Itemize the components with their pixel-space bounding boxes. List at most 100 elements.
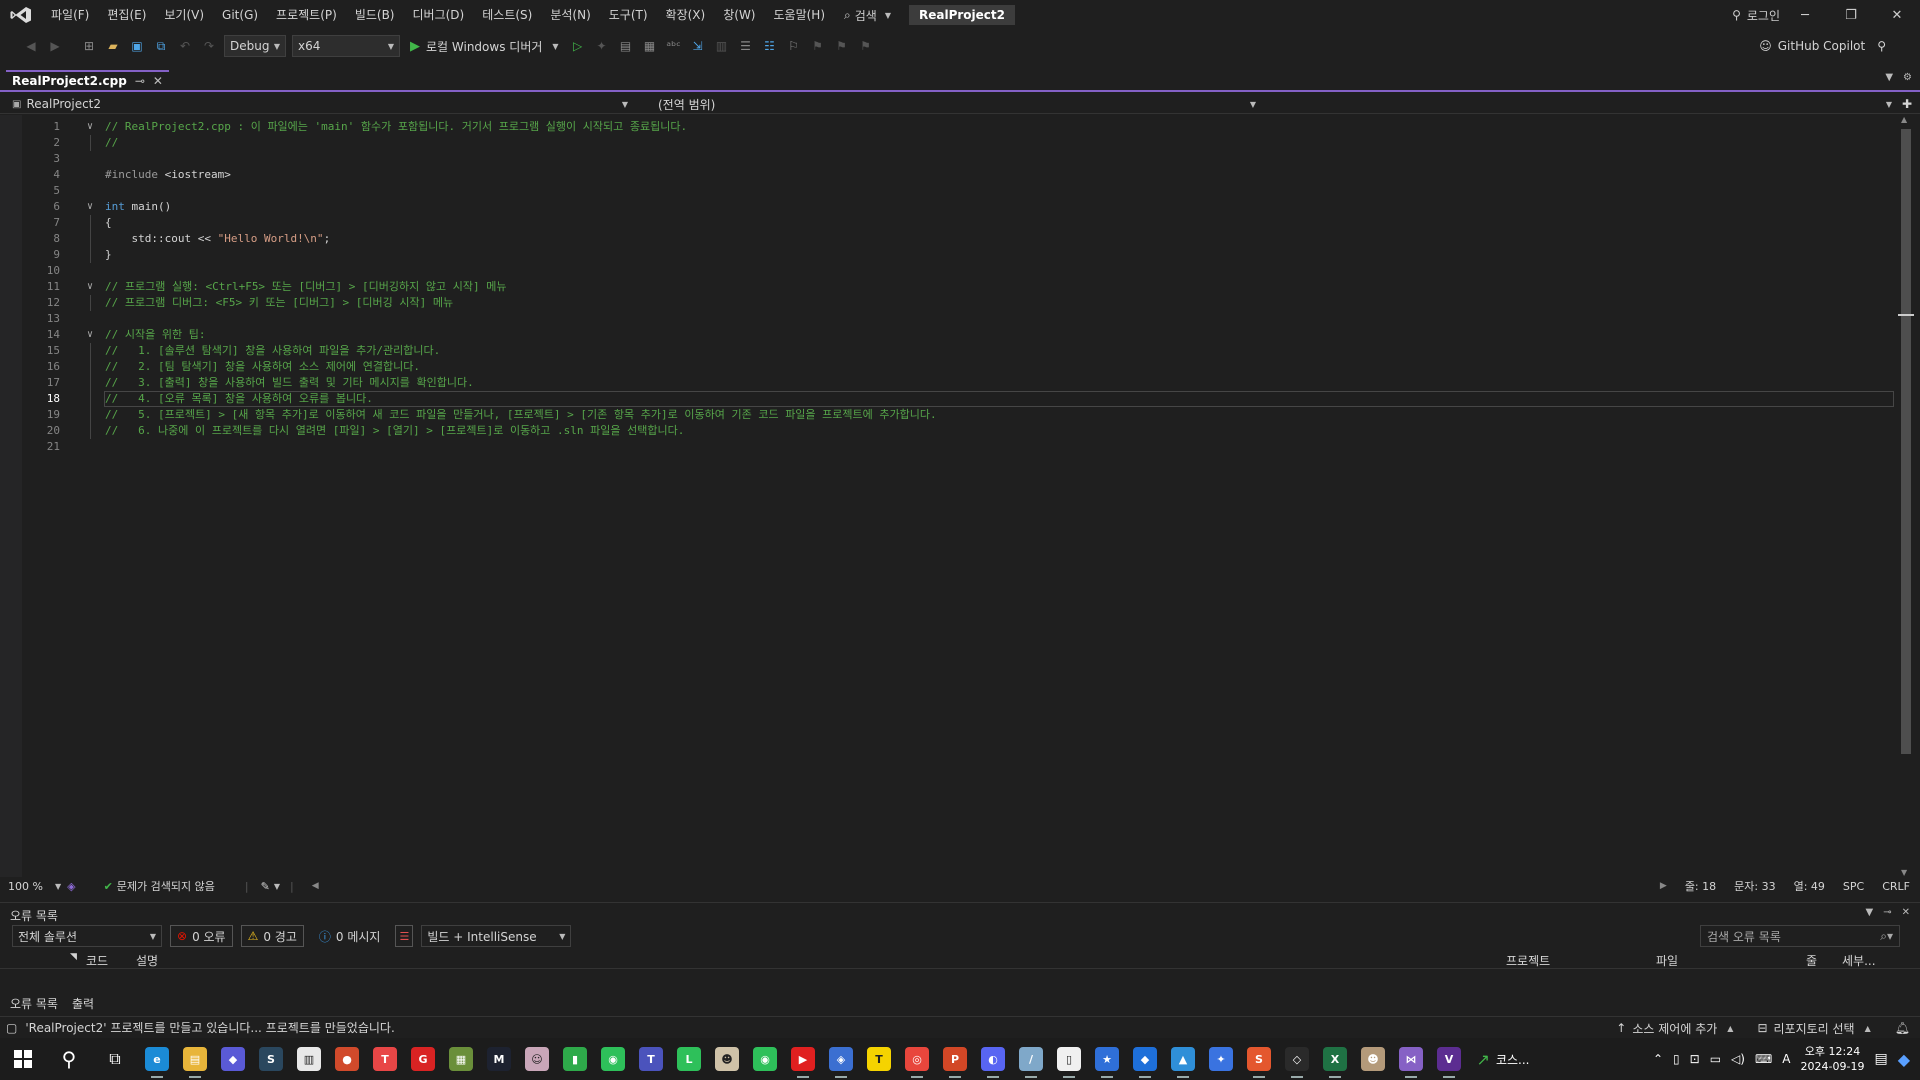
scroll-up-icon[interactable]: ▲ (1901, 115, 1907, 124)
code-line[interactable]: 6 ∨ int main() (0, 199, 1895, 215)
column-project[interactable]: 프로젝트 (1506, 952, 1550, 969)
taskbar-app[interactable]: ▥ (290, 1038, 328, 1080)
solution-explorer-icon[interactable]: ▤ (617, 37, 635, 55)
taskbar-app[interactable]: / (1012, 1038, 1050, 1080)
taskbar-app[interactable]: T (366, 1038, 404, 1080)
scroll-down-icon[interactable]: ▼ (1901, 868, 1907, 877)
platform-dropdown[interactable]: x64 ▼ (292, 35, 400, 57)
column-line[interactable]: 줄 (1806, 952, 1817, 969)
menu-item-2[interactable]: 보기(V) (155, 0, 213, 30)
chevron-down-icon[interactable]: ▼ (274, 882, 280, 891)
github-copilot-button[interactable]: ☺ GitHub Copilot ⚲ (1759, 30, 1886, 62)
taskbar-app[interactable]: ▯ (1050, 1038, 1088, 1080)
code-line[interactable]: 12 // 프로그램 디버그: <F5> 키 또는 [디버그] > [디버깅 시작… (0, 295, 1895, 311)
close-window-button[interactable]: ✕ (1874, 0, 1920, 30)
taskbar-app[interactable]: ▦ (442, 1038, 480, 1080)
volume-icon[interactable]: ◁) (1731, 1052, 1745, 1066)
taskbar-app[interactable]: T (632, 1038, 670, 1080)
undo-icon[interactable]: ↶ (176, 37, 194, 55)
taskbar-app[interactable]: ◉ (746, 1038, 784, 1080)
fold-toggle-icon[interactable]: ∨ (84, 279, 96, 295)
taskbar-app[interactable]: ◆ (1126, 1038, 1164, 1080)
task-view-button[interactable]: ⧉ (92, 1038, 138, 1080)
column-description[interactable]: 설명 (136, 952, 158, 969)
code-line[interactable]: 3 (0, 151, 1895, 167)
select-repository-button[interactable]: ⊟ 리포지토리 선택 ▲ (1757, 1020, 1870, 1037)
taskbar-app[interactable]: e (138, 1038, 176, 1080)
fold-toggle-icon[interactable]: ∨ (84, 119, 96, 135)
open-documents-filter-icon[interactable]: ☰ (395, 925, 414, 947)
taskbar-app[interactable]: ▮ (556, 1038, 594, 1080)
intellicode-icon[interactable]: ◈ (67, 880, 75, 893)
code-line[interactable]: 10 (0, 263, 1895, 279)
notification-center-icon[interactable]: ▤ (1874, 1051, 1887, 1067)
code-cleanup-icon[interactable]: ✎ (261, 880, 270, 893)
taskbar-app[interactable]: ◎ (898, 1038, 936, 1080)
menu-item-8[interactable]: 분석(N) (541, 0, 599, 30)
login-button[interactable]: ⚲ 로그인 (1732, 0, 1780, 30)
taskbar-app[interactable]: ● (328, 1038, 366, 1080)
network-icon[interactable]: ▭ (1710, 1052, 1721, 1066)
save-all-icon[interactable]: ⧉ (152, 37, 170, 55)
tab-list-dropdown-icon[interactable]: ▼ (1885, 72, 1893, 83)
save-icon[interactable]: ▣ (128, 37, 146, 55)
menu-item-4[interactable]: 프로젝트(P) (267, 0, 346, 30)
taskbar-app[interactable]: S (1240, 1038, 1278, 1080)
code-line[interactable]: 8 std::cout << "Hello World!\n"; (0, 231, 1895, 247)
menu-item-1[interactable]: 편집(E) (98, 0, 155, 30)
column-detail[interactable]: 세부... (1842, 952, 1876, 969)
prev-bookmark-icon[interactable]: ⚑ (809, 37, 827, 55)
taskbar-app[interactable]: ▲ (1164, 1038, 1202, 1080)
code-line[interactable]: 20 // 6. 나중에 이 프로젝트를 다시 열려면 [파일] > [열기] >… (0, 423, 1895, 439)
visual-studio-logo-icon[interactable] (0, 0, 42, 30)
pin-icon[interactable]: ⊸ (135, 74, 145, 88)
taskbar-app[interactable]: ✦ (1202, 1038, 1240, 1080)
taskbar-app[interactable]: L (670, 1038, 708, 1080)
pin-panel-icon[interactable]: ⊸ (1883, 907, 1891, 918)
clear-bookmarks-icon[interactable]: ⚑ (857, 37, 875, 55)
ime-indicator[interactable]: A (1782, 1052, 1790, 1066)
comment-icon[interactable]: ☰ (737, 37, 755, 55)
code-line[interactable]: 19 // 5. [프로젝트] > [새 항목 추가]로 이동하여 새 코드 파일… (0, 407, 1895, 423)
code-line[interactable]: 1 ∨ // RealProject2.cpp : 이 파일에는 'main' 함수… (0, 119, 1895, 135)
hot-reload-icon[interactable]: ✦ (593, 37, 611, 55)
taskbar-app[interactable]: ◉ (594, 1038, 632, 1080)
start-without-debugging-icon[interactable]: ▷ (569, 37, 587, 55)
configuration-dropdown[interactable]: Debug ▼ (224, 35, 286, 57)
tray-overflow-icon[interactable]: ⌃ (1653, 1052, 1663, 1066)
taskbar-app[interactable]: ☻ (708, 1038, 746, 1080)
menu-item-0[interactable]: 파일(F) (42, 0, 98, 30)
spellcheck-icon[interactable]: ᵃᵇᶜ (665, 37, 683, 55)
char-indicator[interactable]: 문자: 33 (1734, 878, 1775, 894)
scrollbar-thumb[interactable] (1901, 129, 1911, 754)
navigate-forward-icon[interactable]: ▶ (46, 37, 64, 55)
taskbar-app[interactable]: ◈ (822, 1038, 860, 1080)
build-filter-dropdown[interactable]: 빌드 + IntelliSense ▼ (421, 925, 572, 947)
taskbar-app[interactable]: ☺ (518, 1038, 556, 1080)
scope-filter-dropdown[interactable]: 전체 솔루션 ▼ (12, 925, 162, 947)
taskbar-app[interactable]: ▤ (176, 1038, 214, 1080)
close-panel-icon[interactable]: ✕ (1902, 907, 1910, 918)
column-file[interactable]: 파일 (1656, 952, 1678, 969)
next-bookmark-icon[interactable]: ⚑ (833, 37, 851, 55)
restore-button[interactable]: ❐ (1828, 0, 1874, 30)
taskbar-app[interactable]: G (404, 1038, 442, 1080)
zoom-level[interactable]: 100 % (8, 880, 43, 893)
taskbar-app[interactable]: S (252, 1038, 290, 1080)
step-icon[interactable]: ⇲ (689, 37, 707, 55)
scroll-left-icon[interactable]: ◀ (312, 881, 319, 891)
code-line[interactable]: 7{ (0, 215, 1895, 231)
scroll-right-icon[interactable]: ▶ (1660, 881, 1667, 891)
new-project-icon[interactable]: ⊞ (80, 37, 98, 55)
menu-item-6[interactable]: 디버그(D) (404, 0, 474, 30)
warnings-filter-button[interactable]: ⚠ 0 경고 (240, 925, 304, 947)
tray-app-icon[interactable]: ⊡ (1690, 1052, 1700, 1066)
taskbar-app[interactable]: P (936, 1038, 974, 1080)
menu-item-10[interactable]: 확장(X) (657, 0, 715, 30)
panel-options-icon[interactable]: ▼ (1866, 907, 1874, 918)
error-search-input[interactable]: 검색 오류 목록 ⌕▾ (1700, 925, 1900, 947)
battery-icon[interactable]: ▯ (1673, 1052, 1680, 1066)
search-button[interactable]: ⚲ (46, 1038, 92, 1080)
whitespace-indicator[interactable]: SPC (1843, 880, 1864, 893)
code-line[interactable]: 15 // 1. [솔루션 탐색기] 창을 사용하여 파일을 추가/관리합니다. (0, 343, 1895, 359)
